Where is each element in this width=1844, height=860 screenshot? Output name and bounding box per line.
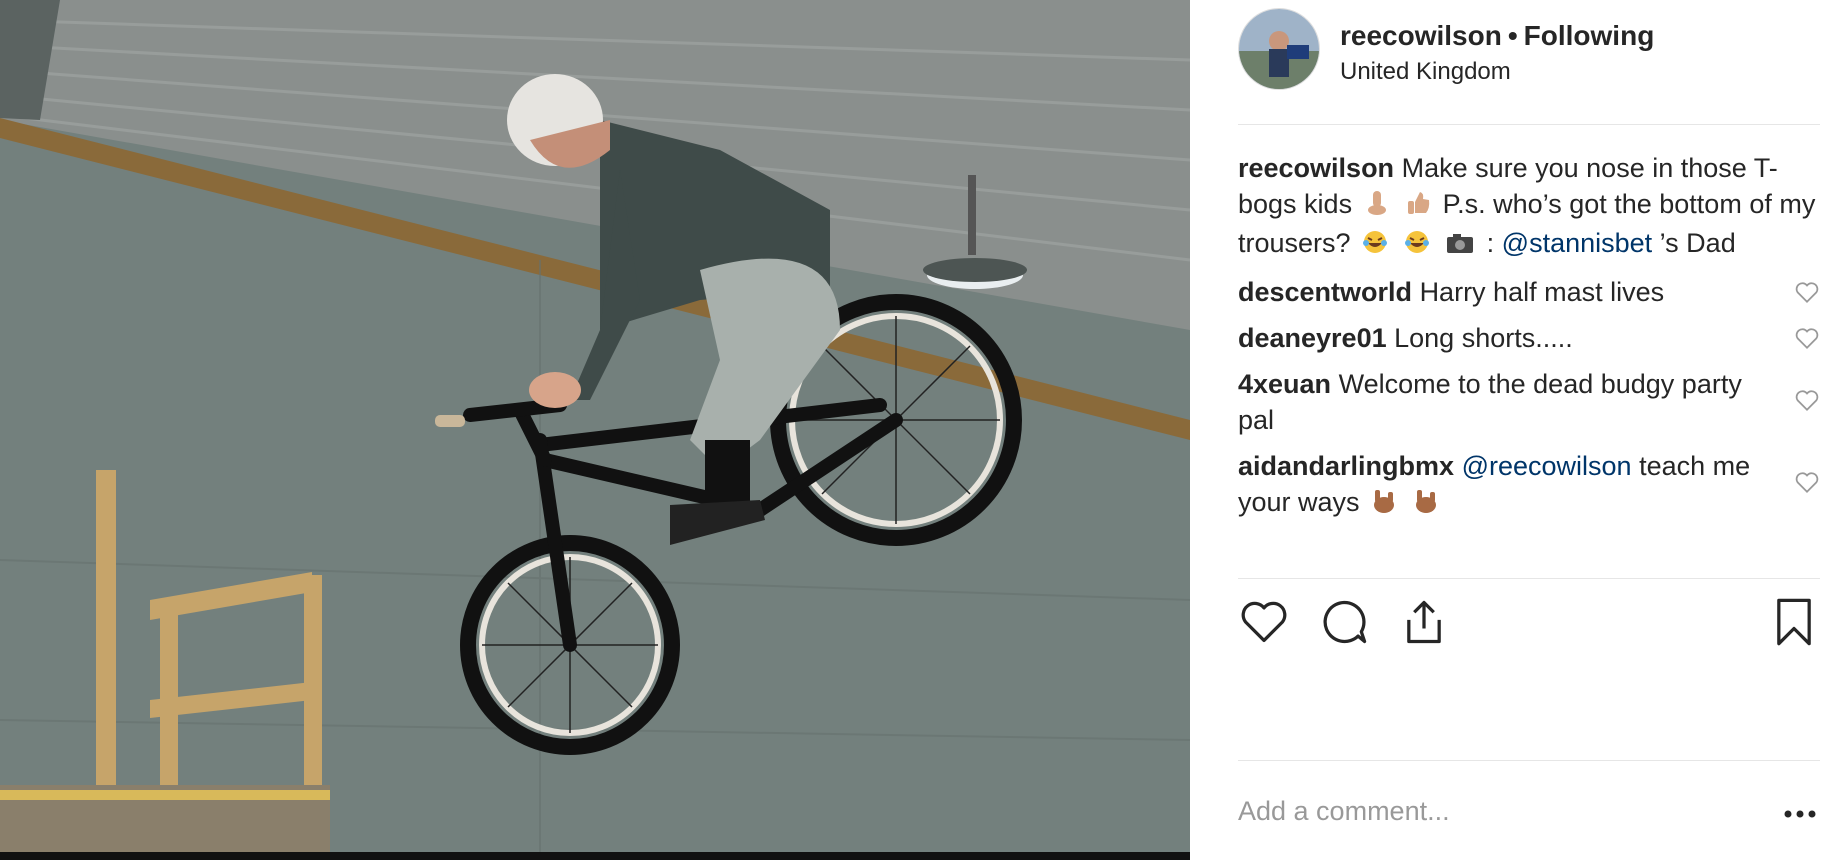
post-location[interactable]: United Kingdom xyxy=(1340,58,1511,86)
comment-like-heart-icon[interactable] xyxy=(1794,388,1820,412)
speech-bubble-icon xyxy=(1323,600,1367,644)
post-header: reecowilson • Following United Kingdom xyxy=(1238,8,1820,125)
heart-icon xyxy=(1241,601,1287,643)
add-comment-input[interactable] xyxy=(1238,796,1718,827)
avatar[interactable] xyxy=(1238,8,1320,90)
pointing-down-emoji-icon xyxy=(1364,189,1390,225)
comment-username[interactable]: descentworld xyxy=(1238,277,1412,307)
comments-list[interactable]: reecowilson Make sure you nose in those … xyxy=(1238,124,1820,580)
caption-text-3: : xyxy=(1486,228,1495,258)
laughing-emoji-icon xyxy=(1404,228,1430,264)
comment-item: deaneyre01 Long shorts..... xyxy=(1238,320,1820,356)
comment-text: Long shorts..... xyxy=(1394,323,1573,353)
share-button[interactable] xyxy=(1398,596,1450,648)
comment-username[interactable]: 4xeuan xyxy=(1238,369,1331,399)
comment-username[interactable]: aidandarlingbmx xyxy=(1238,451,1454,481)
author-username[interactable]: reecowilson xyxy=(1340,20,1502,51)
laughing-emoji-icon xyxy=(1362,228,1388,264)
ellipsis-icon[interactable] xyxy=(1780,808,1820,820)
comment-text: Harry half mast lives xyxy=(1419,277,1665,307)
comment-like-heart-icon[interactable] xyxy=(1794,470,1820,494)
comment-item: aidandarlingbmx @reecowilson teach me yo… xyxy=(1238,448,1820,523)
bmx-jump-image xyxy=(0,0,1190,852)
comment-like-heart-icon[interactable] xyxy=(1794,280,1820,304)
comment-button[interactable] xyxy=(1318,596,1370,648)
post-photo[interactable] xyxy=(0,0,1190,852)
camera-emoji-icon xyxy=(1445,228,1475,264)
caption-username[interactable]: reecowilson xyxy=(1238,153,1394,183)
post-actions-bar xyxy=(1238,596,1820,656)
following-button[interactable]: Following xyxy=(1524,20,1655,51)
actions-divider xyxy=(1238,578,1820,579)
save-button[interactable] xyxy=(1768,596,1820,648)
post-caption: reecowilson Make sure you nose in those … xyxy=(1238,150,1820,264)
rock-on-emoji-icon xyxy=(1371,487,1397,523)
caption-mention-link[interactable]: @stannisbet xyxy=(1502,228,1653,258)
rock-on-emoji-icon xyxy=(1413,487,1439,523)
photo-bottom-bar xyxy=(0,852,1190,860)
post-details-panel: reecowilson • Following United Kingdom ree… xyxy=(1190,0,1844,860)
thumbs-up-emoji-icon xyxy=(1405,189,1431,225)
bookmark-icon xyxy=(1777,598,1811,646)
share-icon xyxy=(1407,600,1441,644)
comment-mention-link[interactable]: @reecowilson xyxy=(1462,451,1632,481)
comment-like-heart-icon[interactable] xyxy=(1794,326,1820,350)
composer-divider xyxy=(1238,760,1820,761)
separator-dot: • xyxy=(1507,20,1518,51)
comments-overflow-peek xyxy=(1238,523,1820,537)
comment-username[interactable]: deaneyre01 xyxy=(1238,323,1387,353)
like-button[interactable] xyxy=(1238,596,1290,648)
comment-item: descentworld Harry half mast lives xyxy=(1238,274,1820,310)
comment-item: 4xeuan Welcome to the dead budgy party p… xyxy=(1238,366,1820,438)
post-author: reecowilson • Following xyxy=(1340,20,1654,52)
caption-text-4: ’s Dad xyxy=(1659,228,1736,258)
